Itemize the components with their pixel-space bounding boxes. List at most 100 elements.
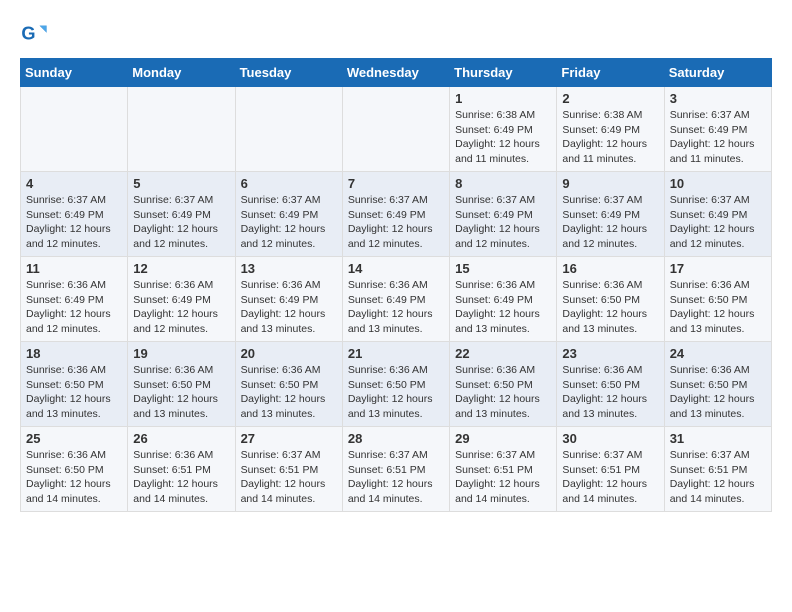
calendar-week-row: 11 Sunrise: 6:36 AM Sunset: 6:49 PM Dayli… <box>21 257 772 342</box>
day-info: Sunrise: 6:36 AM Sunset: 6:50 PM Dayligh… <box>562 363 658 422</box>
calendar-cell: 7 Sunrise: 6:37 AM Sunset: 6:49 PM Daylig… <box>342 172 449 257</box>
day-number: 6 <box>241 176 337 191</box>
calendar-cell: 16 Sunrise: 6:36 AM Sunset: 6:50 PM Dayli… <box>557 257 664 342</box>
day-number: 22 <box>455 346 551 361</box>
calendar-week-row: 18 Sunrise: 6:36 AM Sunset: 6:50 PM Dayli… <box>21 342 772 427</box>
day-info: Sunrise: 6:36 AM Sunset: 6:49 PM Dayligh… <box>455 278 551 337</box>
day-info: Sunrise: 6:37 AM Sunset: 6:49 PM Dayligh… <box>348 193 444 252</box>
calendar-cell: 12Sunrise: 6:36 AM Sunset: 6:49 PM Dayli… <box>128 257 235 342</box>
calendar-cell: 6 Sunrise: 6:37 AM Sunset: 6:49 PM Daylig… <box>235 172 342 257</box>
day-number: 19 <box>133 346 229 361</box>
day-number: 28 <box>348 431 444 446</box>
calendar-cell: 22 Sunrise: 6:36 AM Sunset: 6:50 PM Dayli… <box>450 342 557 427</box>
calendar-week-row: 25Sunrise: 6:36 AM Sunset: 6:50 PM Dayli… <box>21 427 772 512</box>
calendar-cell <box>128 87 235 172</box>
day-number: 20 <box>241 346 337 361</box>
calendar-cell: 26Sunrise: 6:36 AM Sunset: 6:51 PM Dayli… <box>128 427 235 512</box>
day-info: Sunrise: 6:37 AM Sunset: 6:49 PM Dayligh… <box>670 108 766 167</box>
calendar-cell: 5 Sunrise: 6:37 AM Sunset: 6:49 PM Daylig… <box>128 172 235 257</box>
calendar-week-row: 4 Sunrise: 6:37 AM Sunset: 6:49 PM Daylig… <box>21 172 772 257</box>
day-info: Sunrise: 6:36 AM Sunset: 6:50 PM Dayligh… <box>348 363 444 422</box>
day-number: 5 <box>133 176 229 191</box>
day-info: Sunrise: 6:36 AM Sunset: 6:49 PM Dayligh… <box>26 278 122 337</box>
calendar-cell: 15 Sunrise: 6:36 AM Sunset: 6:49 PM Dayli… <box>450 257 557 342</box>
calendar-cell: 11 Sunrise: 6:36 AM Sunset: 6:49 PM Dayli… <box>21 257 128 342</box>
calendar-cell: 29Sunrise: 6:37 AM Sunset: 6:51 PM Dayli… <box>450 427 557 512</box>
calendar-cell <box>21 87 128 172</box>
calendar-cell: 13 Sunrise: 6:36 AM Sunset: 6:49 PM Dayli… <box>235 257 342 342</box>
day-info: Sunrise: 6:36 AM Sunset: 6:50 PM Dayligh… <box>562 278 658 337</box>
weekday-header-cell: Saturday <box>664 59 771 87</box>
logo: G <box>20 20 50 48</box>
day-number: 8 <box>455 176 551 191</box>
calendar-cell: 14 Sunrise: 6:36 AM Sunset: 6:49 PM Dayli… <box>342 257 449 342</box>
day-number: 31 <box>670 431 766 446</box>
day-info: Sunrise: 6:37 AM Sunset: 6:49 PM Dayligh… <box>133 193 229 252</box>
day-number: 24 <box>670 346 766 361</box>
day-info: Sunrise: 6:36 AM Sunset: 6:50 PM Dayligh… <box>670 278 766 337</box>
day-info: Sunrise: 6:37 AM Sunset: 6:49 PM Dayligh… <box>241 193 337 252</box>
day-number: 30 <box>562 431 658 446</box>
calendar-cell: 4 Sunrise: 6:37 AM Sunset: 6:49 PM Daylig… <box>21 172 128 257</box>
calendar-cell <box>342 87 449 172</box>
calendar-body: 1Sunrise: 6:38 AM Sunset: 6:49 PM Daylig… <box>21 87 772 512</box>
day-info: Sunrise: 6:36 AM Sunset: 6:51 PM Dayligh… <box>133 448 229 507</box>
calendar-cell: 18 Sunrise: 6:36 AM Sunset: 6:50 PM Dayli… <box>21 342 128 427</box>
weekday-header-row: SundayMondayTuesdayWednesdayThursdayFrid… <box>21 59 772 87</box>
weekday-header-cell: Sunday <box>21 59 128 87</box>
day-info: Sunrise: 6:37 AM Sunset: 6:49 PM Dayligh… <box>26 193 122 252</box>
day-info: Sunrise: 6:37 AM Sunset: 6:51 PM Dayligh… <box>670 448 766 507</box>
day-info: Sunrise: 6:36 AM Sunset: 6:49 PM Dayligh… <box>241 278 337 337</box>
weekday-header-cell: Friday <box>557 59 664 87</box>
day-number: 15 <box>455 261 551 276</box>
day-number: 13 <box>241 261 337 276</box>
calendar-cell: 31 Sunrise: 6:37 AM Sunset: 6:51 PM Dayli… <box>664 427 771 512</box>
day-number: 21 <box>348 346 444 361</box>
day-number: 9 <box>562 176 658 191</box>
page-header: G <box>20 20 772 48</box>
day-number: 14 <box>348 261 444 276</box>
weekday-header-cell: Tuesday <box>235 59 342 87</box>
day-info: Sunrise: 6:37 AM Sunset: 6:49 PM Dayligh… <box>455 193 551 252</box>
calendar-cell: 23Sunrise: 6:36 AM Sunset: 6:50 PM Dayli… <box>557 342 664 427</box>
day-number: 16 <box>562 261 658 276</box>
day-number: 25 <box>26 431 122 446</box>
day-info: Sunrise: 6:37 AM Sunset: 6:51 PM Dayligh… <box>241 448 337 507</box>
day-info: Sunrise: 6:36 AM Sunset: 6:50 PM Dayligh… <box>455 363 551 422</box>
logo-icon: G <box>20 20 48 48</box>
day-number: 4 <box>26 176 122 191</box>
weekday-header-cell: Monday <box>128 59 235 87</box>
svg-text:G: G <box>21 24 35 44</box>
day-info: Sunrise: 6:37 AM Sunset: 6:49 PM Dayligh… <box>670 193 766 252</box>
calendar-cell: 27 Sunrise: 6:37 AM Sunset: 6:51 PM Dayli… <box>235 427 342 512</box>
day-number: 3 <box>670 91 766 106</box>
day-number: 18 <box>26 346 122 361</box>
day-number: 2 <box>562 91 658 106</box>
day-info: Sunrise: 6:38 AM Sunset: 6:49 PM Dayligh… <box>455 108 551 167</box>
calendar-cell: 9Sunrise: 6:37 AM Sunset: 6:49 PM Daylig… <box>557 172 664 257</box>
calendar-table: SundayMondayTuesdayWednesdayThursdayFrid… <box>20 58 772 512</box>
calendar-cell: 8 Sunrise: 6:37 AM Sunset: 6:49 PM Daylig… <box>450 172 557 257</box>
day-number: 11 <box>26 261 122 276</box>
day-info: Sunrise: 6:36 AM Sunset: 6:49 PM Dayligh… <box>348 278 444 337</box>
day-info: Sunrise: 6:38 AM Sunset: 6:49 PM Dayligh… <box>562 108 658 167</box>
day-number: 27 <box>241 431 337 446</box>
day-info: Sunrise: 6:36 AM Sunset: 6:50 PM Dayligh… <box>26 363 122 422</box>
weekday-header-cell: Wednesday <box>342 59 449 87</box>
day-number: 12 <box>133 261 229 276</box>
calendar-cell: 19 Sunrise: 6:36 AM Sunset: 6:50 PM Dayli… <box>128 342 235 427</box>
calendar-cell: 24 Sunrise: 6:36 AM Sunset: 6:50 PM Dayli… <box>664 342 771 427</box>
calendar-cell: 25Sunrise: 6:36 AM Sunset: 6:50 PM Dayli… <box>21 427 128 512</box>
calendar-cell <box>235 87 342 172</box>
day-info: Sunrise: 6:36 AM Sunset: 6:50 PM Dayligh… <box>241 363 337 422</box>
day-info: Sunrise: 6:37 AM Sunset: 6:51 PM Dayligh… <box>455 448 551 507</box>
day-info: Sunrise: 6:36 AM Sunset: 6:50 PM Dayligh… <box>133 363 229 422</box>
day-number: 10 <box>670 176 766 191</box>
day-info: Sunrise: 6:36 AM Sunset: 6:50 PM Dayligh… <box>670 363 766 422</box>
calendar-cell: 3 Sunrise: 6:37 AM Sunset: 6:49 PM Daylig… <box>664 87 771 172</box>
calendar-cell: 17 Sunrise: 6:36 AM Sunset: 6:50 PM Dayli… <box>664 257 771 342</box>
day-number: 17 <box>670 261 766 276</box>
day-number: 7 <box>348 176 444 191</box>
calendar-cell: 10 Sunrise: 6:37 AM Sunset: 6:49 PM Dayli… <box>664 172 771 257</box>
calendar-cell: 21 Sunrise: 6:36 AM Sunset: 6:50 PM Dayli… <box>342 342 449 427</box>
